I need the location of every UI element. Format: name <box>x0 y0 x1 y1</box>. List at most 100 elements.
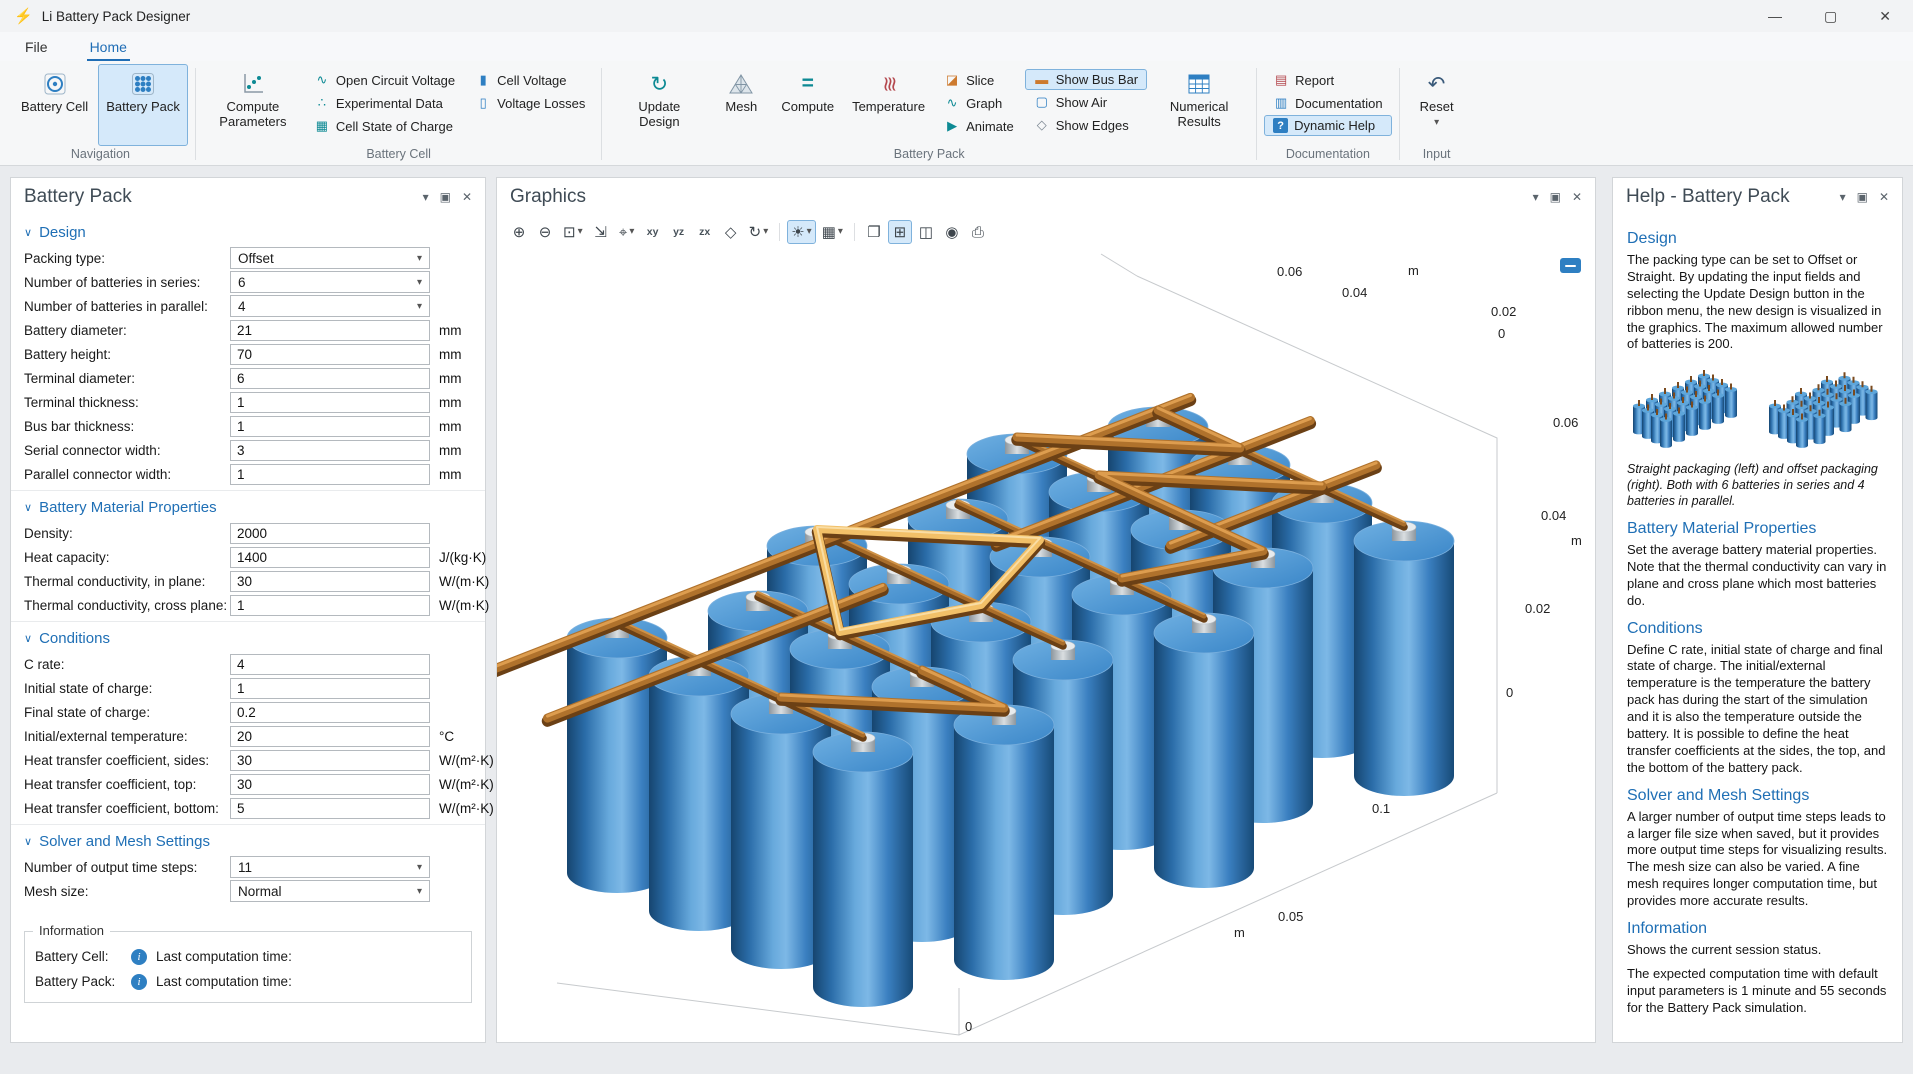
menu-file[interactable]: File <box>22 35 51 61</box>
bus-bar-thickness-label: Bus bar thickness: <box>24 419 230 434</box>
heat-transfer-coefficient-sides-input[interactable] <box>230 750 430 771</box>
view-xy-button[interactable]: xy <box>641 220 665 244</box>
battery-pack-3d-view[interactable] <box>497 248 1595 1042</box>
cell-state-of-charge-icon: ▦ <box>314 118 330 134</box>
panel-float-icon[interactable]: ▣ <box>1857 190 1868 204</box>
zoom-box-button[interactable]: ⊡▾ <box>559 220 587 244</box>
terminal-diameter-input[interactable] <box>230 368 430 389</box>
initial-external-temperature-input[interactable] <box>230 726 430 747</box>
final-state-of-charge-input[interactable] <box>230 702 430 723</box>
serial-connector-width-input[interactable] <box>230 440 430 461</box>
field-unit: mm <box>439 395 462 410</box>
battery-height-input[interactable] <box>230 344 430 365</box>
image-snapshot-button[interactable]: ◉ <box>940 220 964 244</box>
mesh-button[interactable]: Mesh <box>711 64 771 146</box>
new-window-button[interactable]: ❐ <box>862 220 886 244</box>
default-3d-view-button[interactable]: ◇ <box>719 220 743 244</box>
initial-state-of-charge-input[interactable] <box>230 678 430 699</box>
panel-float-icon[interactable]: ▣ <box>440 190 451 204</box>
field-unit: W/(m²·K) <box>439 801 494 816</box>
panel-collapse-icon[interactable]: ▾ <box>423 190 429 204</box>
slice-button[interactable]: ◪ Slice <box>935 69 1023 91</box>
report-button[interactable]: ▤ Report <box>1264 69 1391 91</box>
form-row: Initial/external temperature:°C <box>11 724 485 748</box>
cell-state-of-charge-button[interactable]: ▦ Cell State of Charge <box>305 115 464 137</box>
straight-pack-illustration <box>1633 370 1737 448</box>
number-of-batteries-in-parallel-select[interactable]: 4▾ <box>230 295 430 317</box>
print-button[interactable]: ⎙ <box>966 220 990 244</box>
terminal-thickness-input[interactable] <box>230 392 430 413</box>
panel-close-icon[interactable]: ✕ <box>1879 190 1889 204</box>
panel-close-icon[interactable]: ✕ <box>1572 190 1582 204</box>
color-theme-button[interactable]: ▦▾ <box>818 220 847 244</box>
heat-transfer-coefficient-top-input[interactable] <box>230 774 430 795</box>
battery-pack-button[interactable]: Battery Pack <box>98 64 188 146</box>
heat-capacity-input[interactable] <box>230 547 430 568</box>
show-air-button[interactable]: ▢ Show Air <box>1025 91 1147 113</box>
density-input[interactable] <box>230 523 430 544</box>
button-label: Report <box>1295 73 1334 88</box>
thermal-conductivity-in-plane-input[interactable] <box>230 571 430 592</box>
temperature-button[interactable]: ≋ Temperature <box>844 64 933 146</box>
c-rate-input[interactable] <box>230 654 430 675</box>
panel-float-icon[interactable]: ▣ <box>1550 190 1561 204</box>
temperature-icon: ≋ <box>876 75 902 93</box>
split-view-button[interactable]: ◫ <box>914 220 938 244</box>
section-header[interactable]: ∨ Solver and Mesh Settings <box>11 825 485 855</box>
mesh-size-select[interactable]: Normal▾ <box>230 880 430 902</box>
go-to-view-button[interactable]: ⌖▾ <box>615 220 639 244</box>
heat-transfer-coefficient-bottom-input[interactable] <box>230 798 430 819</box>
show-grid-button[interactable]: ⊞ <box>888 220 912 244</box>
reset-button[interactable]: ↶ Reset ▾ <box>1407 64 1467 146</box>
toolbar-separator <box>779 223 780 241</box>
field-unit: W/(m²·K) <box>439 753 494 768</box>
zoom-out-button[interactable]: ⊖ <box>533 220 557 244</box>
update-design-button[interactable]: ↻ Update Design <box>609 64 709 146</box>
panel-collapse-icon[interactable]: ▾ <box>1840 190 1846 204</box>
scene-light-button[interactable]: ☀▾ <box>787 220 815 244</box>
dynamic-help-button[interactable]: ? Dynamic Help <box>1264 115 1391 136</box>
graphics-viewport[interactable]: 0.060.04m0.0200.060.04m0.0200.10.05m0 <box>497 248 1595 1042</box>
number-of-batteries-in-series-select[interactable]: 6▾ <box>230 271 430 293</box>
thermal-conductivity-cross-plane-input[interactable] <box>230 595 430 616</box>
maximize-button[interactable]: ▢ <box>1824 8 1837 25</box>
experimental-data-button[interactable]: ∴ Experimental Data <box>305 92 464 114</box>
graphics-context-toggle-icon[interactable] <box>1560 258 1581 273</box>
close-button[interactable]: ✕ <box>1879 8 1891 25</box>
section-header[interactable]: ∨ Battery Material Properties <box>11 491 485 521</box>
ribbon-group-navigation: Battery Cell Battery Pack Navigation <box>6 63 195 165</box>
view-zx-button[interactable]: zx <box>693 220 717 244</box>
section-header[interactable]: ∨ Design <box>11 216 485 246</box>
panel-collapse-icon[interactable]: ▾ <box>1533 190 1539 204</box>
minimize-button[interactable]: — <box>1768 8 1782 25</box>
panel-close-icon[interactable]: ✕ <box>462 190 472 204</box>
documentation-button[interactable]: ▥ Documentation <box>1264 92 1391 114</box>
view-yz-button[interactable]: yz <box>667 220 691 244</box>
parallel-connector-width-input[interactable] <box>230 464 430 485</box>
numerical-results-button[interactable]: Numerical Results <box>1149 64 1249 146</box>
bus-bar-thickness-input[interactable] <box>230 416 430 437</box>
battery-diameter-input[interactable] <box>230 320 430 341</box>
rotate-view-button[interactable]: ↻▾ <box>745 220 773 244</box>
battery-pack-3d[interactable] <box>497 395 1454 1007</box>
animate-button[interactable]: ▶ Animate <box>935 115 1023 137</box>
number-of-output-time-steps-select[interactable]: 11▾ <box>230 856 430 878</box>
zoom-in-button[interactable]: ⊕ <box>507 220 531 244</box>
menu-home[interactable]: Home <box>87 35 130 61</box>
voltage-losses-button[interactable]: ▯ Voltage Losses <box>466 92 594 114</box>
form-row: Thermal conductivity, cross plane:W/(m·K… <box>11 593 485 617</box>
battery-cell-button[interactable]: Battery Cell <box>13 64 96 146</box>
zoom-extents-button[interactable]: ⇲ <box>589 220 613 244</box>
compute-button[interactable]: = Compute <box>773 64 842 146</box>
show-bus-bar-button[interactable]: ▬ Show Bus Bar <box>1025 69 1147 90</box>
section-header[interactable]: ∨ Conditions <box>11 622 485 652</box>
graphics-toolbar: ⊕⊖⊡▾⇲⌖▾xyyzzx◇↻▾ ☀▾▦▾ ❐⊞◫◉⎙ <box>497 216 1595 248</box>
open-circuit-voltage-button[interactable]: ∿ Open Circuit Voltage <box>305 69 464 91</box>
compute-parameters-button[interactable]: Compute Parameters <box>203 64 303 146</box>
cell-voltage-button[interactable]: ▮ Cell Voltage <box>466 69 594 91</box>
form-row: Heat transfer coefficient, sides:W/(m²·K… <box>11 748 485 772</box>
graph-button[interactable]: ∿ Graph <box>935 92 1023 114</box>
packing-type-select[interactable]: Offset▾ <box>230 247 430 269</box>
show-edges-button[interactable]: ◇ Show Edges <box>1025 114 1147 136</box>
button-label: Experimental Data <box>336 96 443 111</box>
